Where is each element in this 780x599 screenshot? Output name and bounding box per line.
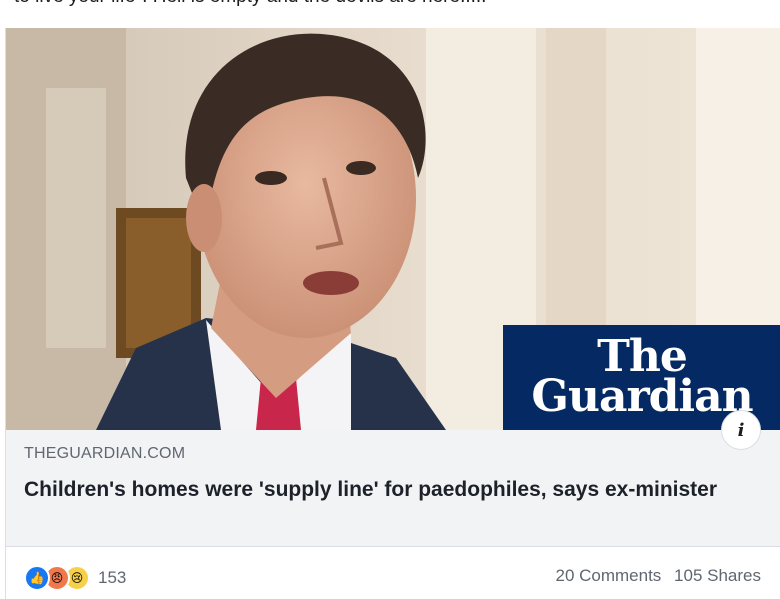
post-text: to live your life". Hell is empty and th… xyxy=(14,0,774,8)
reaction-count: 153 xyxy=(98,568,127,587)
reactions-summary[interactable]: 👍 😠 😢 153 xyxy=(24,565,127,591)
link-preview-image[interactable]: The Guardian xyxy=(6,28,780,430)
engagement-bar: 👍 😠 😢 153 20 Comments 105 Shares xyxy=(6,546,780,599)
link-preview-card[interactable]: The Guardian i THEGUARDIAN.COM Children'… xyxy=(5,28,780,599)
link-meta[interactable]: THEGUARDIAN.COM Children's homes were 's… xyxy=(6,430,780,547)
engagement-stats: 20 Comments 105 Shares xyxy=(547,566,761,586)
like-icon: 👍 xyxy=(24,565,50,591)
link-headline[interactable]: Children's homes were 'supply line' for … xyxy=(24,475,744,504)
comments-link[interactable]: 20 Comments xyxy=(555,566,661,585)
link-domain: THEGUARDIAN.COM xyxy=(24,445,186,462)
shares-link[interactable]: 105 Shares xyxy=(674,566,761,585)
info-button[interactable]: i xyxy=(721,410,761,450)
